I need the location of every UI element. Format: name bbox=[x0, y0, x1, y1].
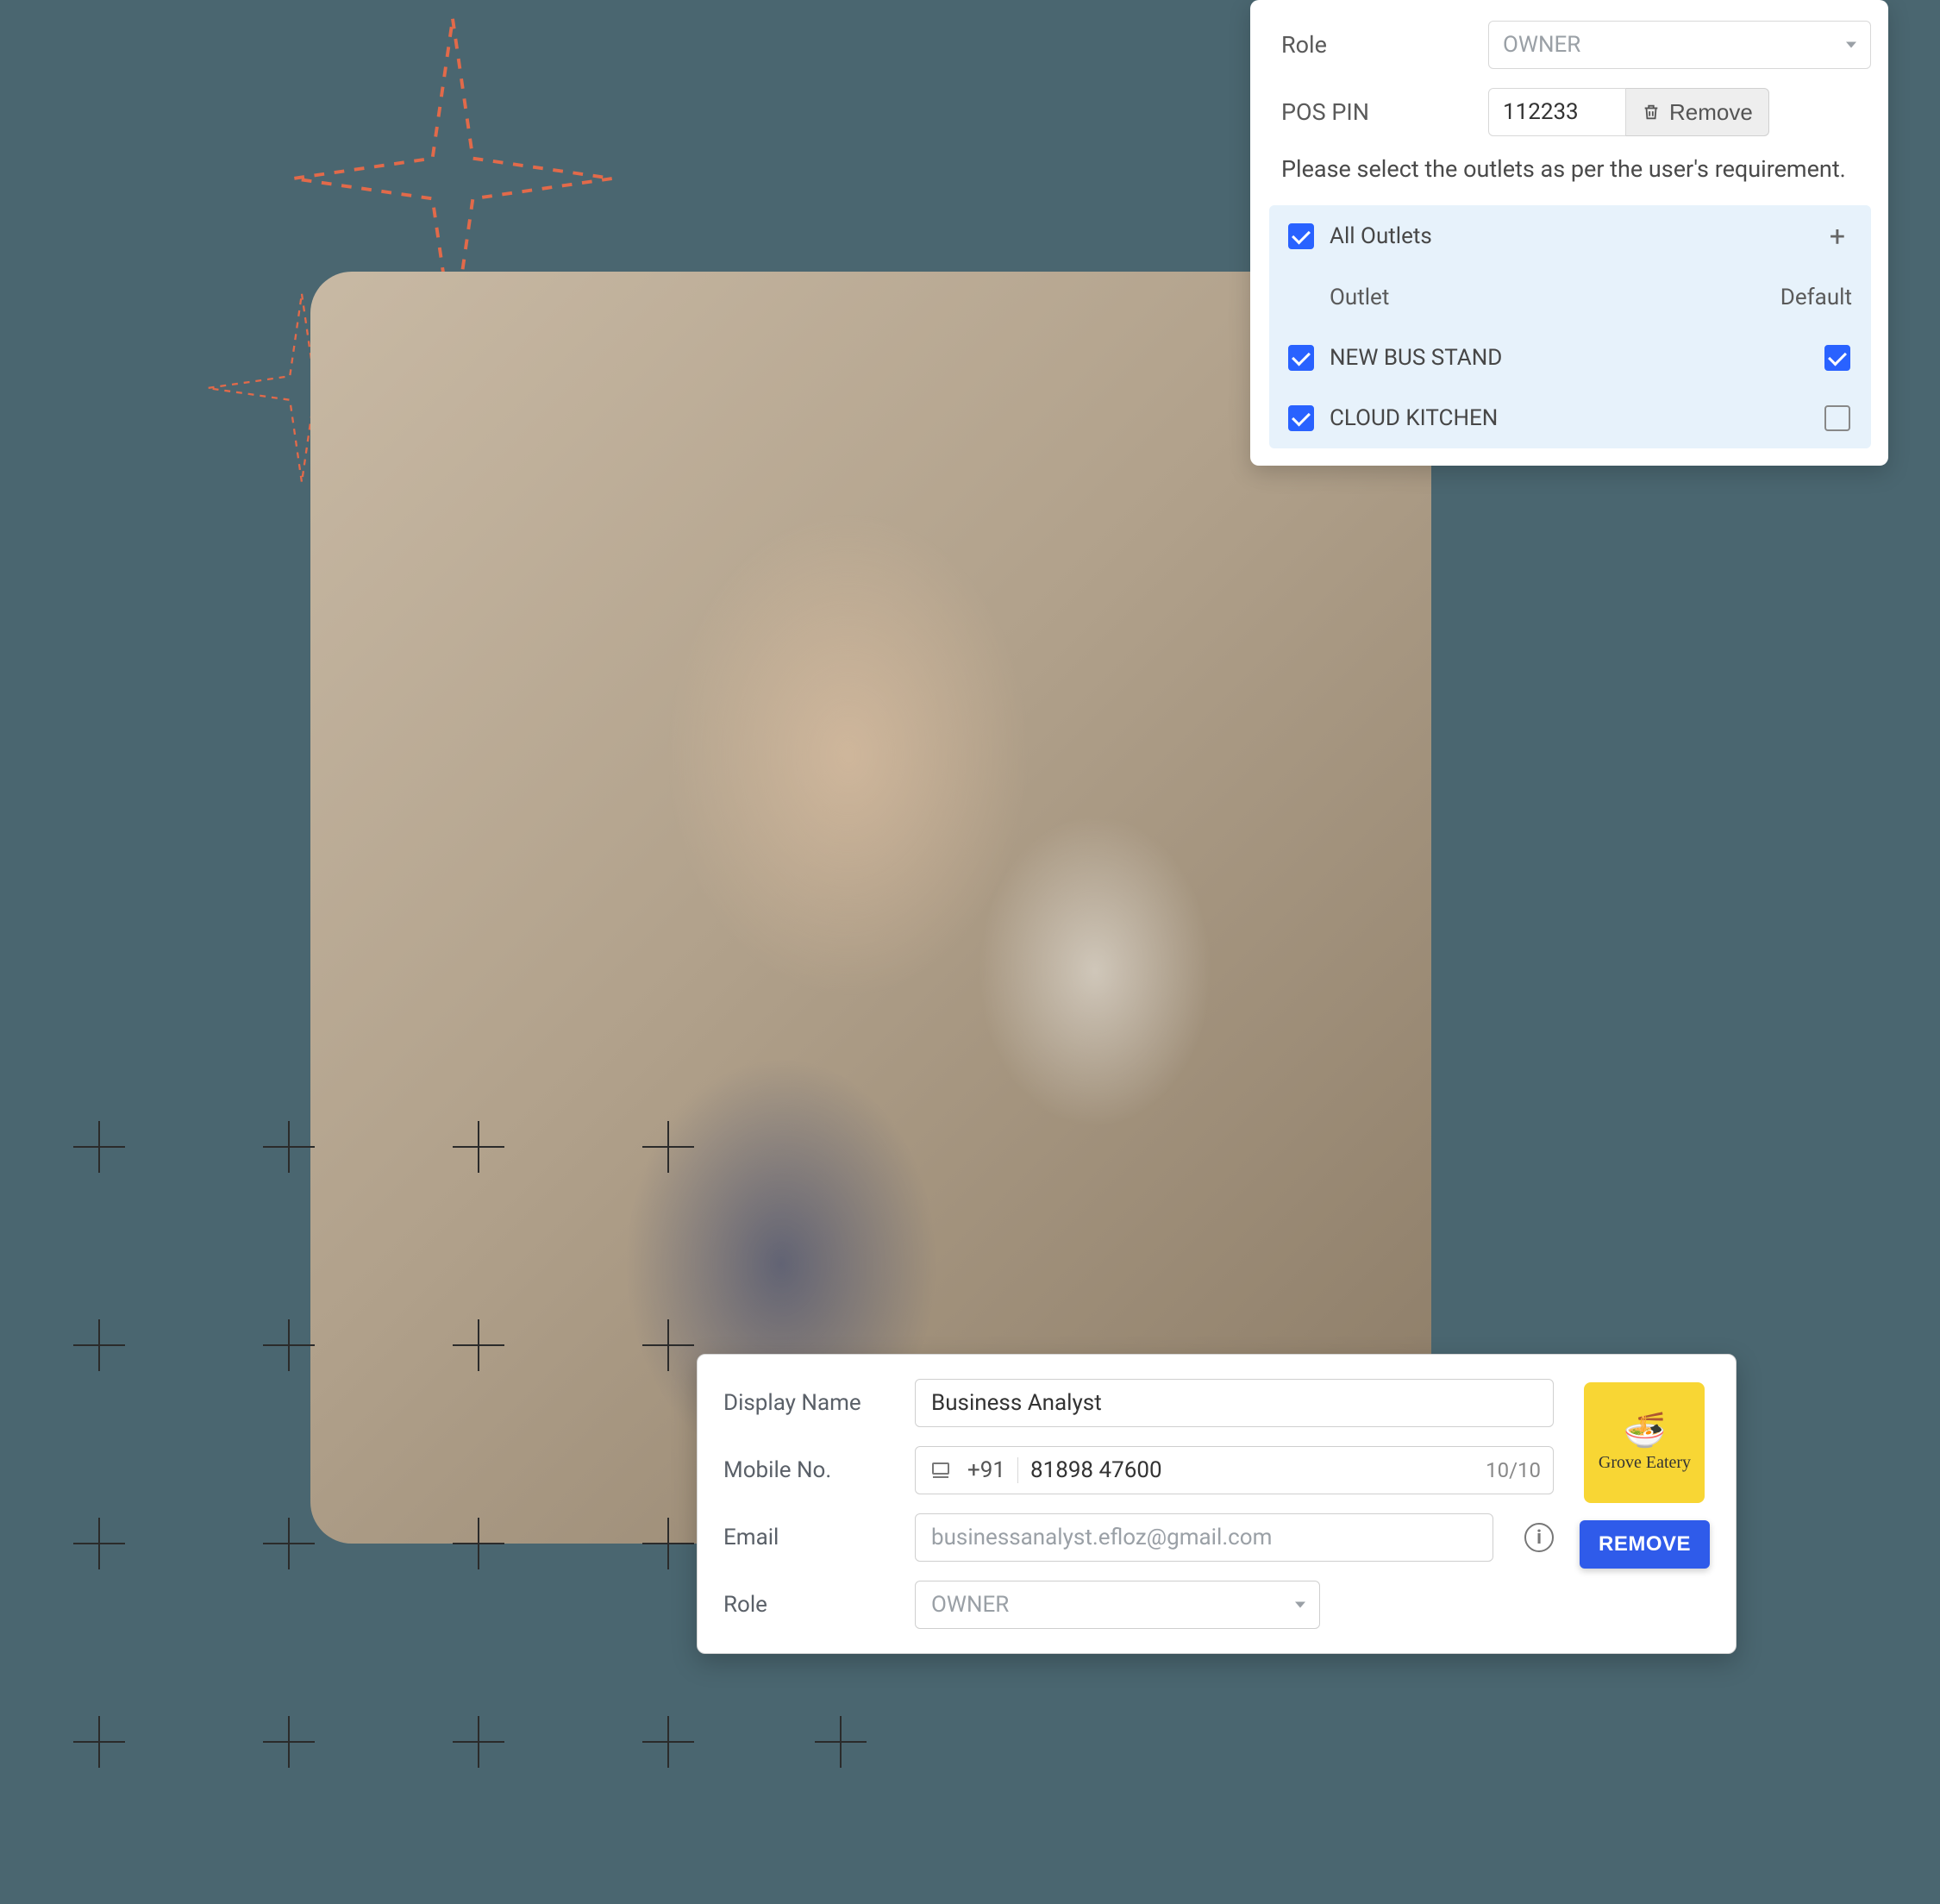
pos-pin-label: POS PIN bbox=[1281, 98, 1471, 126]
outlet-column-header: Outlet bbox=[1330, 285, 1765, 310]
pos-pin-input[interactable]: 112233 bbox=[1488, 88, 1626, 136]
remove-brand-label: REMOVE bbox=[1599, 1532, 1691, 1556]
role-label: Role bbox=[723, 1592, 896, 1618]
info-icon[interactable]: i bbox=[1524, 1523, 1554, 1552]
display-name-label: Display Name bbox=[723, 1390, 896, 1416]
role-select-value: OWNER bbox=[1503, 32, 1580, 58]
chevron-down-icon bbox=[1846, 42, 1856, 48]
email-input[interactable]: businessanalyst.efloz@gmail.com bbox=[915, 1513, 1493, 1562]
outlet-default-checkbox[interactable] bbox=[1824, 405, 1850, 431]
role-label: Role bbox=[1281, 31, 1471, 59]
email-label: Email bbox=[723, 1525, 896, 1550]
remove-brand-button[interactable]: REMOVE bbox=[1580, 1520, 1710, 1569]
all-outlets-checkbox[interactable] bbox=[1288, 223, 1314, 249]
all-outlets-label: All Outlets bbox=[1330, 223, 1807, 249]
email-placeholder: businessanalyst.efloz@gmail.com bbox=[931, 1525, 1272, 1550]
mobile-number-value: 81898 47600 bbox=[1018, 1457, 1474, 1483]
flag-icon[interactable] bbox=[916, 1460, 955, 1481]
role-select[interactable]: OWNER bbox=[1488, 21, 1871, 69]
user-details-card: Display Name Business Analyst Mobile No.… bbox=[697, 1354, 1737, 1654]
role-select[interactable]: OWNER bbox=[915, 1581, 1320, 1629]
mobile-label: Mobile No. bbox=[723, 1457, 896, 1483]
role-select-value: OWNER bbox=[931, 1592, 1009, 1618]
role-outlets-card: Role OWNER POS PIN 112233 Remove Please … bbox=[1250, 0, 1888, 466]
outlet-list: All Outlets + Outlet Default NEW BUS STA… bbox=[1269, 205, 1871, 448]
outlet-instruction: Please select the outlets as per the use… bbox=[1281, 155, 1871, 183]
trash-icon bbox=[1642, 101, 1661, 123]
brand-name: Grove Eatery bbox=[1599, 1453, 1691, 1473]
default-column-header: Default bbox=[1780, 285, 1852, 310]
display-name-value: Business Analyst bbox=[931, 1390, 1102, 1416]
outlet-name: CLOUD KITCHEN bbox=[1330, 405, 1807, 431]
add-outlet-button[interactable]: + bbox=[1830, 222, 1845, 250]
outlet-checkbox[interactable] bbox=[1288, 345, 1314, 371]
mobile-country-code: +91 bbox=[955, 1457, 1018, 1483]
chevron-down-icon bbox=[1295, 1602, 1305, 1608]
outlet-checkbox[interactable] bbox=[1288, 405, 1314, 431]
brand-badge: 🍜 Grove Eatery bbox=[1584, 1382, 1705, 1503]
pos-pin-value: 112233 bbox=[1503, 99, 1579, 125]
display-name-input[interactable]: Business Analyst bbox=[915, 1379, 1554, 1427]
brand-logo-icon: 🍜 bbox=[1624, 1413, 1667, 1448]
outlet-name: NEW BUS STAND bbox=[1330, 345, 1807, 371]
remove-pin-label: Remove bbox=[1669, 99, 1753, 126]
remove-pin-button[interactable]: Remove bbox=[1626, 88, 1769, 136]
outlet-default-checkbox[interactable] bbox=[1824, 345, 1850, 371]
mobile-char-count: 10/10 bbox=[1474, 1458, 1553, 1482]
mobile-input[interactable]: +91 81898 47600 10/10 bbox=[915, 1446, 1554, 1494]
